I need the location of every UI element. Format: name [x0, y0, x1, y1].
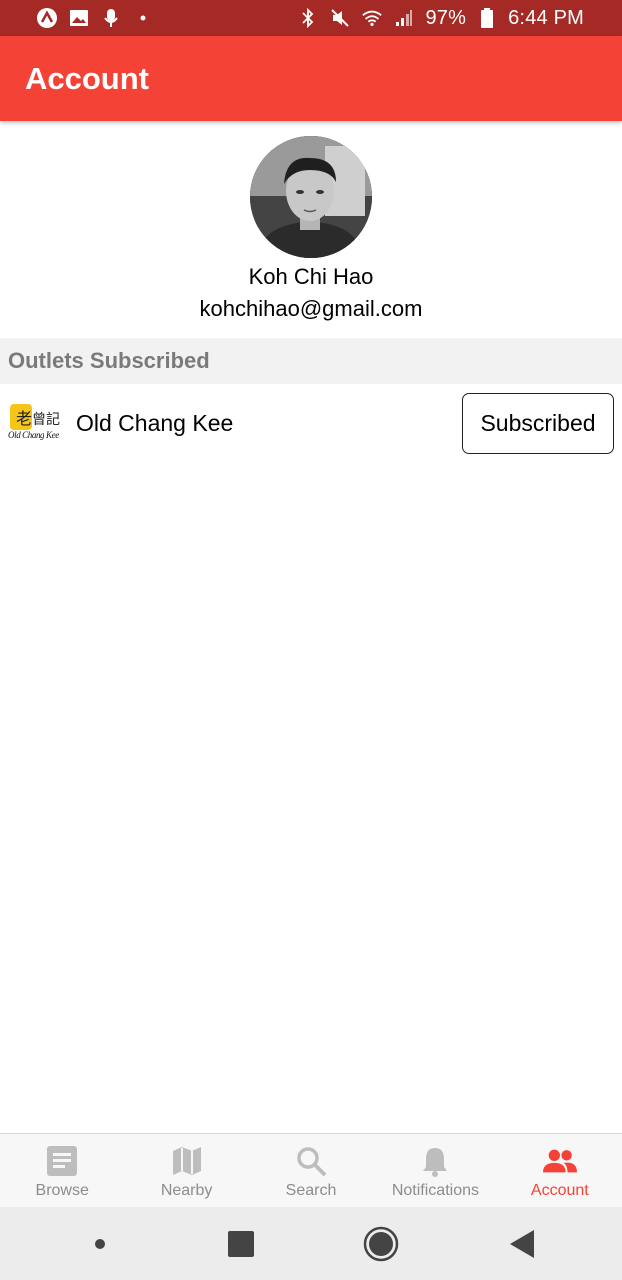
system-nav-bar: [0, 1207, 622, 1280]
svg-text:老: 老: [16, 409, 32, 428]
tab-label: Browse: [35, 1182, 89, 1199]
page-title: Account: [25, 60, 149, 96]
tab-nearby[interactable]: Nearby: [124, 1134, 248, 1207]
dot-icon: [132, 7, 154, 29]
outlet-name: Old Chang Kee: [76, 409, 234, 436]
profile-section: Koh Chi Hao kohchihao@gmail.com: [0, 136, 622, 326]
dot-nav-button[interactable]: [75, 1219, 125, 1269]
bell-icon: [418, 1144, 452, 1178]
tab-label: Nearby: [160, 1182, 213, 1199]
map-icon: [170, 1144, 204, 1178]
mute-icon: [329, 7, 351, 29]
app-bar: Account: [0, 36, 622, 121]
clock: 6:44 PM: [508, 6, 584, 29]
avatar[interactable]: [250, 136, 372, 258]
outlets-section-header: Outlets Subscribed: [0, 338, 622, 384]
outlet-logo: 老 曾記 Old Chang Kee: [8, 400, 64, 446]
people-icon: [542, 1144, 577, 1178]
svg-text:曾記: 曾記: [32, 411, 60, 428]
tab-notifications[interactable]: Notifications: [373, 1134, 497, 1207]
section-title: Outlets Subscribed: [8, 348, 210, 373]
battery-icon: [476, 7, 498, 29]
status-left: [36, 7, 154, 29]
bottom-tab-bar: Browse Nearby Search Notifications Accou…: [0, 1133, 622, 1207]
signal-icon: [393, 7, 415, 29]
tab-account[interactable]: Account: [498, 1134, 622, 1207]
tab-label: Search: [285, 1182, 337, 1199]
recents-button[interactable]: [216, 1219, 266, 1269]
subscribed-button[interactable]: Subscribed: [462, 392, 614, 454]
status-bar: 97% 6:44 PM: [0, 0, 622, 36]
battery-percent: 97%: [425, 6, 467, 29]
profile-email: kohchihao@gmail.com: [199, 296, 423, 321]
home-button[interactable]: [356, 1219, 406, 1269]
status-right: 97% 6:44 PM: [297, 7, 584, 30]
back-button[interactable]: [497, 1219, 547, 1269]
profile-name: Koh Chi Hao: [248, 264, 374, 289]
tab-browse[interactable]: Browse: [0, 1134, 124, 1207]
browse-icon: [45, 1144, 79, 1178]
wifi-icon: [361, 7, 383, 29]
tab-label: Account: [530, 1182, 589, 1199]
tab-search[interactable]: Search: [249, 1134, 373, 1207]
search-icon: [294, 1144, 328, 1178]
outlet-logo-caption: Old Chang Kee: [8, 430, 59, 440]
tab-label: Notifications: [391, 1182, 479, 1199]
mic-icon: [100, 7, 122, 29]
list-item[interactable]: 老 曾記 Old Chang Kee Old Chang Kee Subscri…: [0, 390, 622, 456]
bluetooth-icon: [297, 7, 319, 29]
image-icon: [68, 7, 90, 29]
app-icon: [36, 7, 58, 29]
